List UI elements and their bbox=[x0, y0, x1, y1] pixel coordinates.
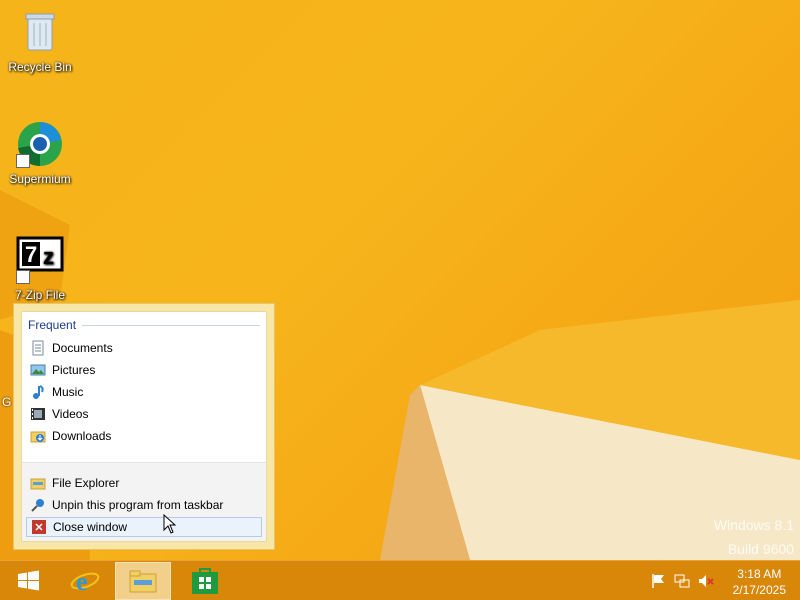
watermark-line2: Build 9600 bbox=[727, 541, 794, 557]
tasks-section: File Explorer Unpin this program from ta… bbox=[22, 462, 266, 541]
task-label: Close window bbox=[53, 520, 128, 534]
desktop-icon-7zip[interactable]: 7 z 7-Zip File bbox=[0, 236, 80, 302]
jump-item-downloads[interactable]: Downloads bbox=[26, 426, 262, 446]
flag-icon[interactable] bbox=[650, 573, 666, 589]
jump-item-label: Downloads bbox=[52, 429, 112, 443]
jump-list: Frequent Documents Pictures Music Videos… bbox=[13, 303, 275, 550]
downloads-icon bbox=[30, 431, 46, 443]
watermark-line1: Windows 8.1 bbox=[713, 517, 794, 533]
desktop-icon-recycle-bin[interactable]: Recycle Bin bbox=[0, 8, 80, 74]
recycle-bin-icon bbox=[16, 8, 64, 56]
jump-item-documents[interactable]: Documents bbox=[26, 338, 262, 358]
frequent-header: Frequent bbox=[28, 318, 260, 332]
svg-text:e: e bbox=[76, 567, 88, 596]
store-icon bbox=[192, 568, 218, 594]
desktop-icon-supermium[interactable]: Supermium bbox=[0, 120, 80, 186]
svg-text:z: z bbox=[43, 244, 54, 269]
jump-item-pictures[interactable]: Pictures bbox=[26, 360, 262, 380]
7zip-icon: 7 z bbox=[16, 236, 64, 284]
taskbar-file-explorer[interactable] bbox=[115, 562, 171, 600]
shortcut-arrow-icon bbox=[16, 154, 30, 168]
jump-item-label: Music bbox=[52, 385, 84, 399]
file-explorer-icon bbox=[129, 570, 157, 593]
pictures-icon bbox=[30, 364, 46, 376]
task-unpin[interactable]: Unpin this program from taskbar bbox=[26, 495, 262, 515]
videos-icon bbox=[31, 408, 45, 420]
start-icon bbox=[18, 570, 39, 591]
jump-item-label: Videos bbox=[52, 407, 89, 421]
jump-item-label: Documents bbox=[52, 341, 113, 355]
jump-item-label: Pictures bbox=[52, 363, 96, 377]
taskbar-store[interactable] bbox=[177, 562, 233, 600]
volume-muted-icon[interactable] bbox=[698, 573, 714, 589]
header-divider bbox=[82, 324, 260, 326]
partial-desktop-label: G bbox=[2, 395, 12, 409]
file-explorer-icon bbox=[30, 478, 46, 490]
desktop-icon-label: Recycle Bin bbox=[8, 60, 72, 74]
clock[interactable]: 3:18 AM 2/17/2025 bbox=[733, 566, 786, 598]
supermium-icon bbox=[16, 120, 64, 168]
start-button[interactable] bbox=[0, 562, 56, 600]
taskbar: e 3:18 AM 2/17/2025 bbox=[0, 560, 800, 600]
task-file-explorer[interactable]: File Explorer bbox=[26, 473, 262, 493]
documents-icon bbox=[32, 340, 44, 356]
network-icon[interactable] bbox=[674, 573, 690, 589]
music-icon bbox=[33, 385, 44, 399]
desktop-icon-label: 7-Zip File bbox=[14, 288, 65, 302]
clock-date: 2/17/2025 bbox=[732, 583, 786, 597]
close-icon bbox=[32, 520, 46, 534]
clock-time: 3:18 AM bbox=[737, 567, 782, 581]
taskbar-internet-explorer[interactable]: e bbox=[57, 562, 113, 600]
mouse-cursor-icon bbox=[163, 514, 177, 534]
desktop-icon-label: Supermium bbox=[9, 172, 71, 186]
jump-item-videos[interactable]: Videos bbox=[26, 404, 262, 424]
task-label: File Explorer bbox=[52, 476, 120, 490]
shortcut-arrow-icon bbox=[16, 270, 30, 284]
task-label: Unpin this program from taskbar bbox=[52, 498, 224, 512]
task-close-window[interactable]: Close window bbox=[26, 517, 262, 537]
internet-explorer-icon: e bbox=[70, 567, 100, 596]
frequent-title: Frequent bbox=[28, 318, 77, 332]
jump-item-music[interactable]: Music bbox=[26, 382, 262, 402]
jump-list-panel: Frequent Documents Pictures Music Videos… bbox=[21, 311, 267, 542]
unpin-icon bbox=[31, 499, 44, 512]
svg-text:7: 7 bbox=[25, 242, 37, 267]
